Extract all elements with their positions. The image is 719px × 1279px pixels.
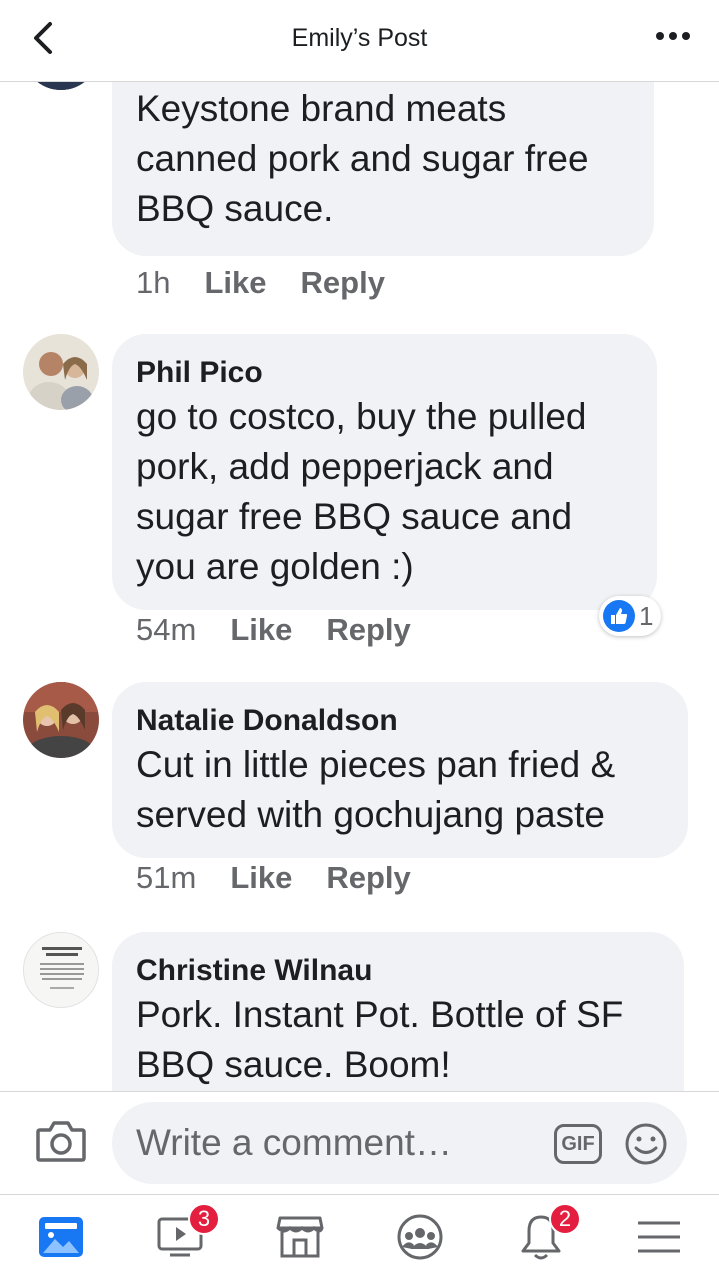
comments-feed[interactable]: Keystone brand meats canned pork and sug… bbox=[0, 82, 719, 1091]
reaction-count[interactable]: 1 bbox=[599, 596, 662, 636]
comment-timestamp: 1h bbox=[136, 265, 171, 300]
reply-button[interactable]: Reply bbox=[326, 860, 410, 896]
camera-icon bbox=[36, 1121, 86, 1162]
camera-button[interactable] bbox=[36, 1118, 86, 1164]
groups-icon bbox=[397, 1214, 443, 1260]
top-bar: Emily’s Post bbox=[0, 0, 719, 82]
comment-bubble[interactable]: Keystone brand meats canned pork and sug… bbox=[112, 82, 654, 256]
more-horizontal-icon bbox=[656, 32, 690, 40]
like-button[interactable]: Like bbox=[230, 612, 292, 648]
comment-actions: 51m Like Reply bbox=[136, 860, 411, 896]
tab-watch[interactable]: 3 bbox=[154, 1203, 220, 1263]
like-button[interactable]: Like bbox=[230, 860, 292, 896]
marketplace-icon bbox=[276, 1216, 324, 1258]
tab-notifications[interactable]: 2 bbox=[515, 1203, 581, 1263]
comment-bubble[interactable]: Natalie Donaldson Cut in little pieces p… bbox=[112, 682, 688, 858]
emoji-icon bbox=[625, 1123, 667, 1165]
avatar[interactable] bbox=[23, 82, 99, 90]
comment-field[interactable]: GIF bbox=[112, 1102, 687, 1184]
comment-text: Keystone brand meats canned pork and sug… bbox=[136, 88, 589, 229]
comment-timestamp: 54m bbox=[136, 612, 197, 647]
emoji-button[interactable] bbox=[624, 1122, 668, 1166]
avatar[interactable] bbox=[23, 932, 99, 1008]
avatar[interactable] bbox=[23, 334, 99, 410]
comment-author[interactable]: Phil Pico bbox=[136, 354, 633, 392]
avatar[interactable] bbox=[23, 682, 99, 758]
comment-text: Cut in little pieces pan fried & served … bbox=[136, 744, 616, 835]
comment-text: go to costco, buy the pulled pork, add p… bbox=[136, 396, 587, 587]
tab-menu[interactable] bbox=[633, 1211, 685, 1263]
more-options-button[interactable] bbox=[655, 24, 691, 48]
comment-timestamp: 51m bbox=[136, 860, 197, 895]
tab-news-feed[interactable] bbox=[35, 1211, 87, 1263]
menu-icon bbox=[638, 1221, 680, 1253]
reply-button[interactable]: Reply bbox=[326, 612, 410, 648]
gif-button[interactable]: GIF bbox=[554, 1124, 602, 1164]
reaction-count-label: 1 bbox=[639, 600, 654, 631]
comment-actions: 1h Like Reply bbox=[136, 265, 385, 301]
comment-actions: 54m Like Reply bbox=[136, 612, 411, 648]
comment-author[interactable]: Natalie Donaldson bbox=[136, 702, 664, 740]
tab-groups[interactable] bbox=[394, 1211, 446, 1263]
comment-bubble[interactable]: Christine Wilnau Pork. Instant Pot. Bott… bbox=[112, 932, 684, 1091]
comment-text: Pork. Instant Pot. Bottle of SF BBQ sauc… bbox=[136, 994, 624, 1085]
comment-bubble[interactable]: Phil Pico go to costco, buy the pulled p… bbox=[112, 334, 657, 610]
notifications-badge: 2 bbox=[549, 1203, 581, 1235]
comment-input[interactable] bbox=[136, 1102, 536, 1184]
tab-marketplace[interactable] bbox=[274, 1211, 326, 1263]
bottom-tab-bar: 3 2 bbox=[0, 1194, 719, 1279]
news-feed-icon bbox=[39, 1217, 83, 1257]
watch-badge: 3 bbox=[188, 1203, 220, 1235]
comment-composer: GIF bbox=[0, 1091, 719, 1194]
page-title: Emily’s Post bbox=[291, 24, 428, 52]
thumbs-up-icon bbox=[603, 600, 635, 632]
reply-button[interactable]: Reply bbox=[301, 265, 385, 301]
comment-author[interactable]: Christine Wilnau bbox=[136, 952, 660, 990]
like-button[interactable]: Like bbox=[204, 265, 266, 301]
